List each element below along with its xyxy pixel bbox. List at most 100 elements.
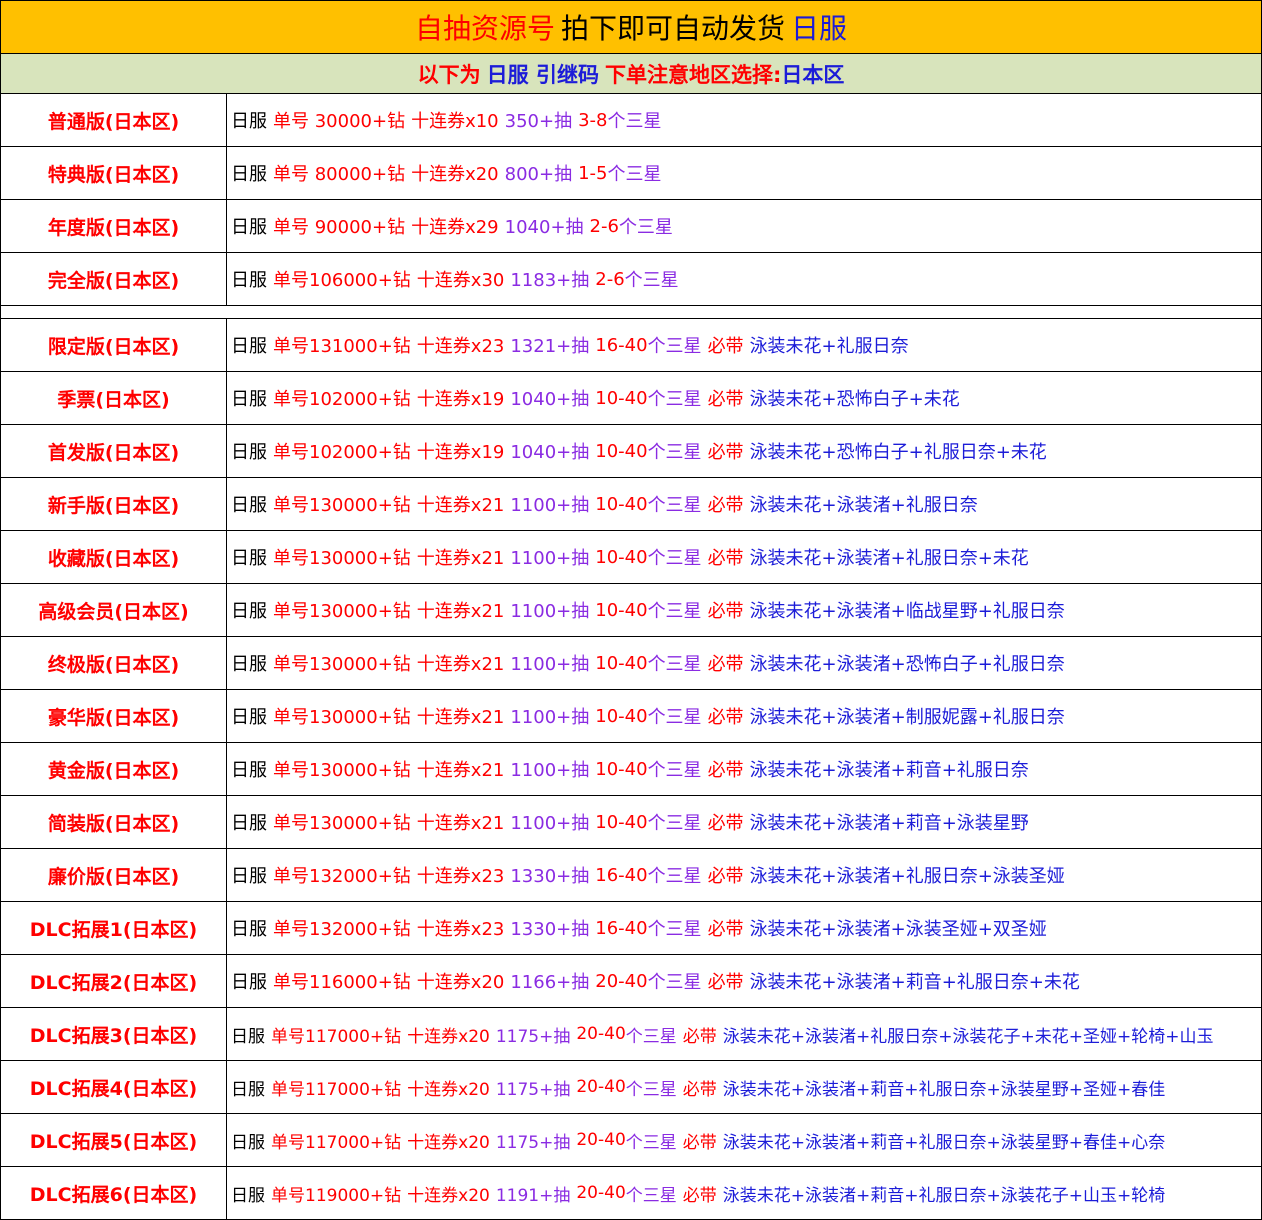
table-row: DLC拓展4(日本区) 日服 单号117000+钻 十连券x20 1175+抽 …	[1, 1061, 1261, 1114]
bonus-characters: 泳装未花+泳装渚+制服妮露+礼服日奈	[749, 707, 1065, 728]
stars-text: 个三星	[647, 760, 702, 781]
edition-label: 豪华版(日本区)	[1, 690, 227, 742]
edition-description: 日服 单号130000+钻 十连券x21 1100+抽 10-40 个三星 必带…	[227, 478, 1261, 530]
pulls-text: 1100+抽	[510, 548, 590, 569]
account-text: 单号130000+钻	[273, 601, 411, 622]
pulls-text: 1330+抽	[510, 919, 590, 940]
server-text: 日服	[231, 389, 267, 410]
bonus-prefix: 必带	[707, 919, 744, 940]
tickets-text: 十连券x19	[416, 389, 505, 410]
tickets-text: 十连券x20	[407, 1079, 490, 1100]
table-row: 限定版(日本区) 日服 单号131000+钻 十连券x23 1321+抽 16-…	[1, 319, 1261, 372]
stars-text: 个三星	[647, 336, 702, 357]
account-text: 单号116000+钻	[273, 972, 411, 993]
stars-range: 10-40	[595, 546, 648, 568]
edition-description: 日服 单号130000+钻 十连券x21 1100+抽 10-40 个三星 必带…	[227, 584, 1261, 636]
stars-range: 10-40	[595, 652, 648, 674]
tickets-text: 十连券x21	[416, 760, 505, 781]
stars-range: 10-40	[595, 387, 648, 409]
server-text: 日服	[231, 654, 267, 675]
bonus-prefix: 必带	[682, 1026, 717, 1047]
account-text: 单号102000+钻	[273, 442, 411, 463]
edition-label: 廉价版(日本区)	[1, 849, 227, 901]
bonus-characters: 泳装未花+泳装渚+莉音+礼服日奈+泳装花子+山玉+轮椅	[722, 1185, 1166, 1206]
edition-description: 日服 单号117000+钻 十连券x20 1175+抽 20-40 个三星 必带…	[227, 1061, 1261, 1113]
bonus-prefix: 必带	[707, 495, 744, 516]
stars-text: 个三星	[647, 919, 702, 940]
table-row: 新手版(日本区) 日服 单号130000+钻 十连券x21 1100+抽 10-…	[1, 478, 1261, 531]
bonus-characters: 泳装未花+泳装渚+泳装圣娅+双圣娅	[749, 919, 1047, 940]
edition-description: 日服 单号119000+钻 十连券x20 1191+抽 20-40 个三星 必带…	[227, 1167, 1261, 1219]
stars-range: 10-40	[595, 440, 648, 462]
table-row: DLC拓展3(日本区) 日服 单号117000+钻 十连券x20 1175+抽 …	[1, 1008, 1261, 1061]
stars-text: 个三星	[625, 1132, 677, 1153]
title-row: 自抽资源号 拍下即可自动发货 日服	[1, 1, 1261, 54]
pulls-text: 1175+抽	[495, 1026, 571, 1047]
bonus-prefix: 必带	[707, 654, 744, 675]
notice-row: 以下为 日服 引继码 下单注意地区选择: 日本区	[1, 54, 1261, 94]
stars-text: 个三星	[647, 813, 702, 834]
edition-description: 日服 单号116000+钻 十连券x20 1166+抽 20-40 个三星 必带…	[227, 955, 1261, 1007]
stars-text: 个三星	[607, 164, 662, 185]
notice-region: 日本区	[781, 62, 845, 87]
account-text: 单号132000+钻	[273, 919, 411, 940]
tickets-text: 十连券x21	[416, 654, 505, 675]
account-text: 单号 80000+钻	[273, 164, 406, 185]
edition-label: 完全版(日本区)	[1, 253, 227, 305]
account-text: 单号119000+钻	[271, 1185, 402, 1206]
tickets-text: 十连券x23	[416, 336, 505, 357]
edition-description: 日服 单号131000+钻 十连券x23 1321+抽 16-40 个三星 必带…	[227, 319, 1261, 371]
server-text: 日服	[231, 495, 267, 516]
server-text: 日服	[231, 707, 267, 728]
bonus-prefix: 必带	[707, 813, 744, 834]
server-text: 日服	[231, 760, 267, 781]
account-text: 单号130000+钻	[273, 707, 411, 728]
pulls-text: 1100+抽	[510, 707, 590, 728]
bonus-prefix: 必带	[707, 866, 744, 887]
server-text: 日服	[231, 919, 267, 940]
pulls-text: 1175+抽	[495, 1079, 571, 1100]
edition-description: 日服 单号130000+钻 十连券x21 1100+抽 10-40 个三星 必带…	[227, 743, 1261, 795]
bottom-rows: 限定版(日本区) 日服 单号131000+钻 十连券x23 1321+抽 16-…	[1, 319, 1261, 1220]
stars-text: 个三星	[647, 654, 702, 675]
stars-range: 10-40	[595, 705, 648, 727]
server-text: 日服	[231, 270, 267, 291]
pulls-text: 1040+抽	[510, 442, 590, 463]
server-text: 日服	[231, 1185, 265, 1206]
tickets-text: 十连券x23	[416, 919, 505, 940]
stars-range: 16-40	[595, 334, 648, 356]
edition-label: 普通版(日本区)	[1, 94, 227, 146]
tickets-text: 十连券x20	[407, 1026, 490, 1047]
top-rows: 普通版(日本区) 日服 单号 30000+钻 十连券x10 350+抽 3-8 …	[1, 94, 1261, 306]
stars-range: 2-6	[589, 215, 619, 237]
account-text: 单号130000+钻	[273, 548, 411, 569]
tickets-text: 十连券x29	[411, 217, 499, 238]
stars-range: 20-40	[576, 1077, 626, 1097]
account-text: 单号 90000+钻	[273, 217, 406, 238]
edition-description: 日服 单号130000+钻 十连券x21 1100+抽 10-40 个三星 必带…	[227, 637, 1261, 689]
stars-text: 个三星	[624, 270, 679, 291]
table-row: DLC拓展1(日本区) 日服 单号132000+钻 十连券x23 1330+抽 …	[1, 902, 1261, 955]
server-text: 日服	[231, 813, 267, 834]
bonus-prefix: 必带	[682, 1132, 717, 1153]
edition-description: 日服 单号132000+钻 十连券x23 1330+抽 16-40 个三星 必带…	[227, 902, 1261, 954]
server-text: 日服	[231, 866, 267, 887]
pulls-text: 350+抽	[504, 111, 573, 132]
pulls-text: 1040+抽	[504, 217, 584, 238]
table-row: 季票(日本区) 日服 单号102000+钻 十连券x19 1040+抽 10-4…	[1, 372, 1261, 425]
tickets-text: 十连券x20	[416, 972, 505, 993]
server-text: 日服	[231, 548, 267, 569]
stars-text: 个三星	[625, 1079, 677, 1100]
pulls-text: 1330+抽	[510, 866, 590, 887]
stars-range: 20-40	[576, 1130, 626, 1150]
stars-range: 10-40	[595, 493, 648, 515]
edition-label: DLC拓展2(日本区)	[1, 955, 227, 1007]
server-text: 日服	[231, 1079, 265, 1100]
server-text: 日服	[231, 111, 267, 132]
edition-label: 季票(日本区)	[1, 372, 227, 424]
stars-text: 个三星	[647, 972, 702, 993]
pulls-text: 1040+抽	[510, 389, 590, 410]
pulls-text: 1191+抽	[495, 1185, 571, 1206]
edition-description: 日服 单号117000+钻 十连券x20 1175+抽 20-40 个三星 必带…	[227, 1114, 1261, 1166]
tickets-text: 十连券x20	[411, 164, 499, 185]
